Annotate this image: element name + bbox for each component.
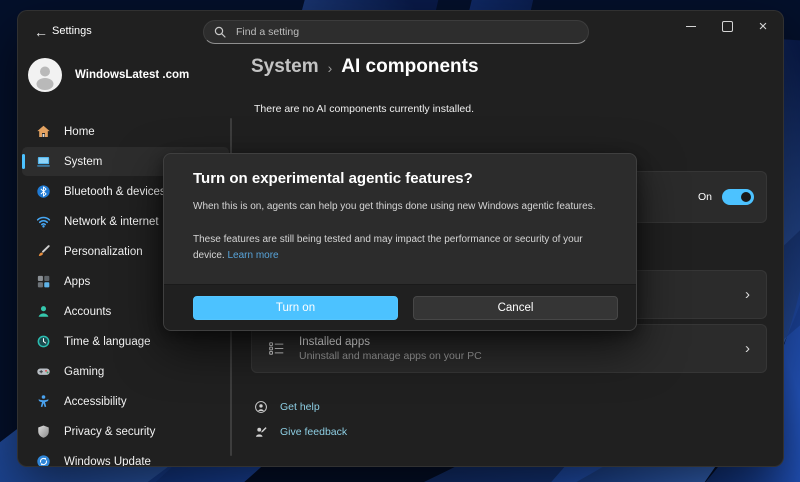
avatar <box>28 58 62 92</box>
personalization-icon <box>35 244 51 260</box>
settings-window: ← Settings × WindowsLatest .com Home <box>17 10 784 467</box>
gaming-icon <box>35 364 51 380</box>
sidebar-item-label: Apps <box>64 276 90 288</box>
user-name: WindowsLatest .com <box>75 69 189 81</box>
sidebar-item-label: System <box>64 156 102 168</box>
toggle-knob <box>741 192 751 202</box>
installed-apps-title: Installed apps <box>299 336 731 348</box>
maximize-icon <box>722 21 733 32</box>
close-icon: × <box>759 19 768 34</box>
back-button[interactable]: ← <box>30 22 52 42</box>
chevron-right-icon: › <box>745 287 750 302</box>
page-title: AI components <box>341 56 478 78</box>
sidebar-item-home[interactable]: Home <box>22 117 229 146</box>
chevron-right-icon: › <box>745 341 750 356</box>
sidebar-item-gaming[interactable]: Gaming <box>22 357 229 386</box>
dialog-body-1: When this is on, agents can help you get… <box>193 199 618 214</box>
sidebar-item-label: Time & language <box>64 336 151 348</box>
get-help-link[interactable]: Get help <box>254 400 320 414</box>
sidebar-item-label: Network & internet <box>64 216 159 228</box>
accessibility-icon <box>35 394 51 410</box>
sidebar-item-label: Accounts <box>64 306 111 318</box>
dialog-body-2: These features are still being tested an… <box>193 232 596 263</box>
search-box[interactable] <box>203 20 589 44</box>
agentic-features-toggle[interactable] <box>722 189 754 205</box>
breadcrumb-parent[interactable]: System <box>251 56 319 78</box>
accounts-icon <box>35 304 51 320</box>
minimize-button[interactable] <box>673 12 709 40</box>
get-help-label: Get help <box>280 401 320 413</box>
learn-more-link[interactable]: Learn more <box>227 250 278 261</box>
breadcrumb: System › AI components <box>251 56 479 78</box>
windows-update-icon <box>35 454 51 468</box>
time-language-icon <box>35 334 51 350</box>
bluetooth-icon <box>35 184 51 200</box>
selected-indicator <box>22 154 25 169</box>
give-feedback-link[interactable]: Give feedback <box>254 425 347 439</box>
installed-apps-card[interactable]: Installed apps Uninstall and manage apps… <box>251 324 767 373</box>
dialog-title: Turn on experimental agentic features? <box>193 170 473 187</box>
close-button[interactable]: × <box>745 12 781 40</box>
back-arrow-icon: ← <box>34 24 48 40</box>
search-icon <box>214 26 226 38</box>
sidebar-item-label: Accessibility <box>64 396 127 408</box>
agentic-features-dialog: Turn on experimental agentic features? W… <box>163 153 637 331</box>
empty-state-message: There are no AI components currently ins… <box>254 103 474 115</box>
search-input[interactable] <box>234 25 578 39</box>
installed-apps-icon <box>268 340 285 357</box>
window-title: Settings <box>52 25 92 37</box>
apps-icon <box>35 274 51 290</box>
installed-apps-subtitle: Uninstall and manage apps on your PC <box>299 350 731 362</box>
toggle-status-label: On <box>698 191 712 203</box>
sidebar-item-label: Gaming <box>64 366 104 378</box>
cancel-button[interactable]: Cancel <box>413 296 618 320</box>
user-profile[interactable]: WindowsLatest .com <box>28 57 228 93</box>
dialog-footer: Turn on Cancel <box>164 284 636 330</box>
give-feedback-icon <box>254 425 268 439</box>
sidebar-item-time-language[interactable]: Time & language <box>22 327 229 356</box>
breadcrumb-separator-icon: › <box>328 58 333 76</box>
maximize-button[interactable] <box>709 12 745 40</box>
network-icon <box>35 214 51 230</box>
sidebar-item-privacy-security[interactable]: Privacy & security <box>22 417 229 446</box>
give-feedback-label: Give feedback <box>280 426 347 438</box>
sidebar-item-label: Personalization <box>64 246 143 258</box>
turn-on-button[interactable]: Turn on <box>193 296 398 320</box>
get-help-icon <box>254 400 268 414</box>
sidebar-item-windows-update[interactable]: Windows Update <box>22 447 229 467</box>
sidebar-item-label: Privacy & security <box>64 426 155 438</box>
minimize-icon <box>686 26 696 27</box>
sidebar-item-label: Windows Update <box>64 456 151 468</box>
sidebar-item-accessibility[interactable]: Accessibility <box>22 387 229 416</box>
sidebar-item-label: Bluetooth & devices <box>64 186 166 198</box>
privacy-shield-icon <box>35 424 51 440</box>
sidebar-item-label: Home <box>64 126 95 138</box>
home-icon <box>35 124 51 140</box>
system-icon <box>35 154 51 170</box>
